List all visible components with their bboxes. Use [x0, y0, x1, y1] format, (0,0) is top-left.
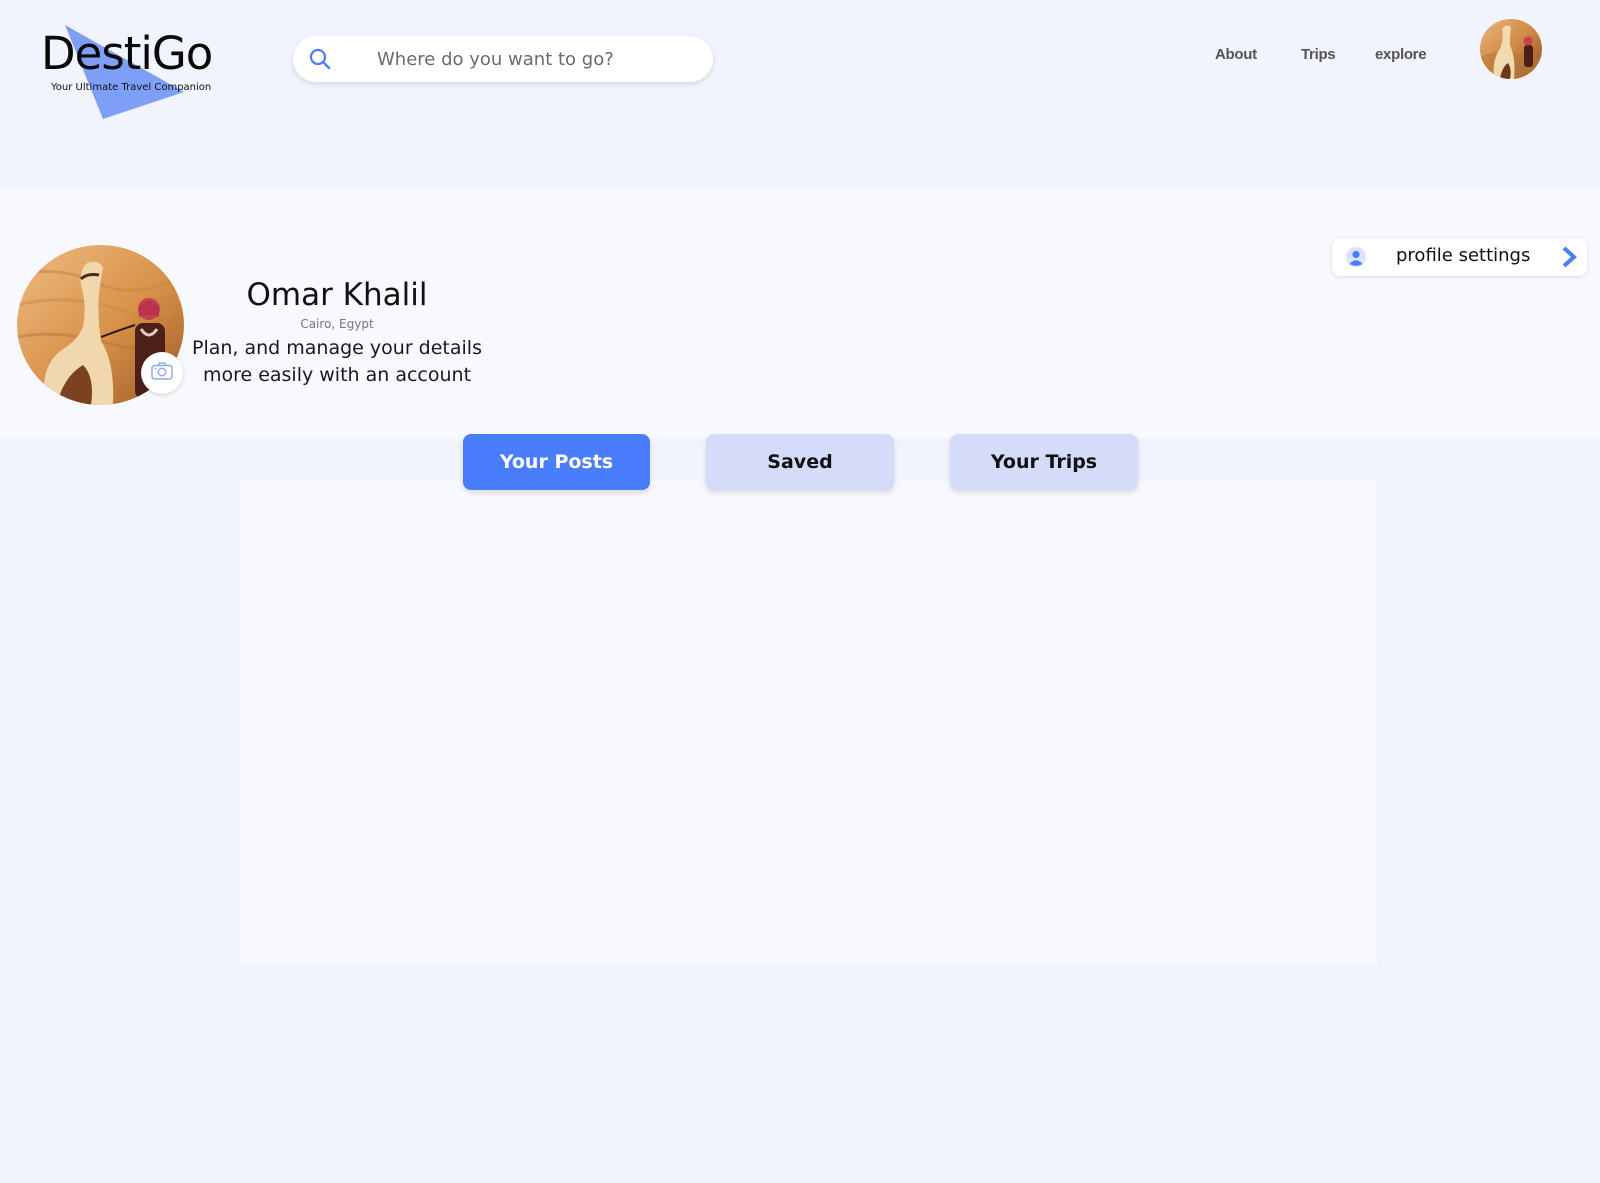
profile-section: Omar Khalil Cairo, Egypt Plan, and manag…	[0, 188, 1600, 438]
profile-description-line-1: Plan, and manage your details	[192, 336, 482, 359]
profile-description: Plan, and manage your details more easil…	[190, 335, 484, 389]
tab-your-trips[interactable]: Your Trips	[950, 434, 1138, 490]
chevron-right-icon	[1559, 246, 1579, 268]
tab-your-posts[interactable]: Your Posts	[463, 434, 650, 490]
search-bar	[293, 36, 713, 82]
profile-location: Cairo, Egypt	[300, 316, 374, 331]
logo[interactable]: DestiGo Your Ultimate Travel Companion	[38, 22, 228, 122]
nav-link-explore[interactable]: explore	[1375, 46, 1427, 63]
posts-content-panel	[240, 481, 1377, 963]
logo-name: DestiGo	[41, 27, 213, 80]
profile-settings-button[interactable]: profile settings	[1332, 238, 1587, 276]
profile-settings-label: profile settings	[1396, 245, 1531, 266]
user-icon	[1346, 247, 1366, 267]
nav-link-trips[interactable]: Trips	[1301, 46, 1336, 63]
tab-saved[interactable]: Saved	[706, 434, 894, 490]
change-photo-button[interactable]	[141, 352, 183, 394]
search-input[interactable]	[375, 47, 699, 71]
logo-tagline: Your Ultimate Travel Companion	[51, 82, 212, 93]
profile-info: Omar Khalil Cairo, Egypt Plan, and manag…	[190, 277, 484, 389]
camera-icon	[151, 361, 173, 385]
nav-link-about[interactable]: About	[1215, 46, 1257, 63]
profile-name: Omar Khalil	[246, 277, 428, 313]
header: DestiGo Your Ultimate Travel Companion A…	[0, 0, 1600, 188]
search-icon[interactable]	[307, 46, 333, 72]
profile-description-line-2: more easily with an account	[202, 363, 472, 386]
header-avatar[interactable]	[1480, 19, 1542, 79]
